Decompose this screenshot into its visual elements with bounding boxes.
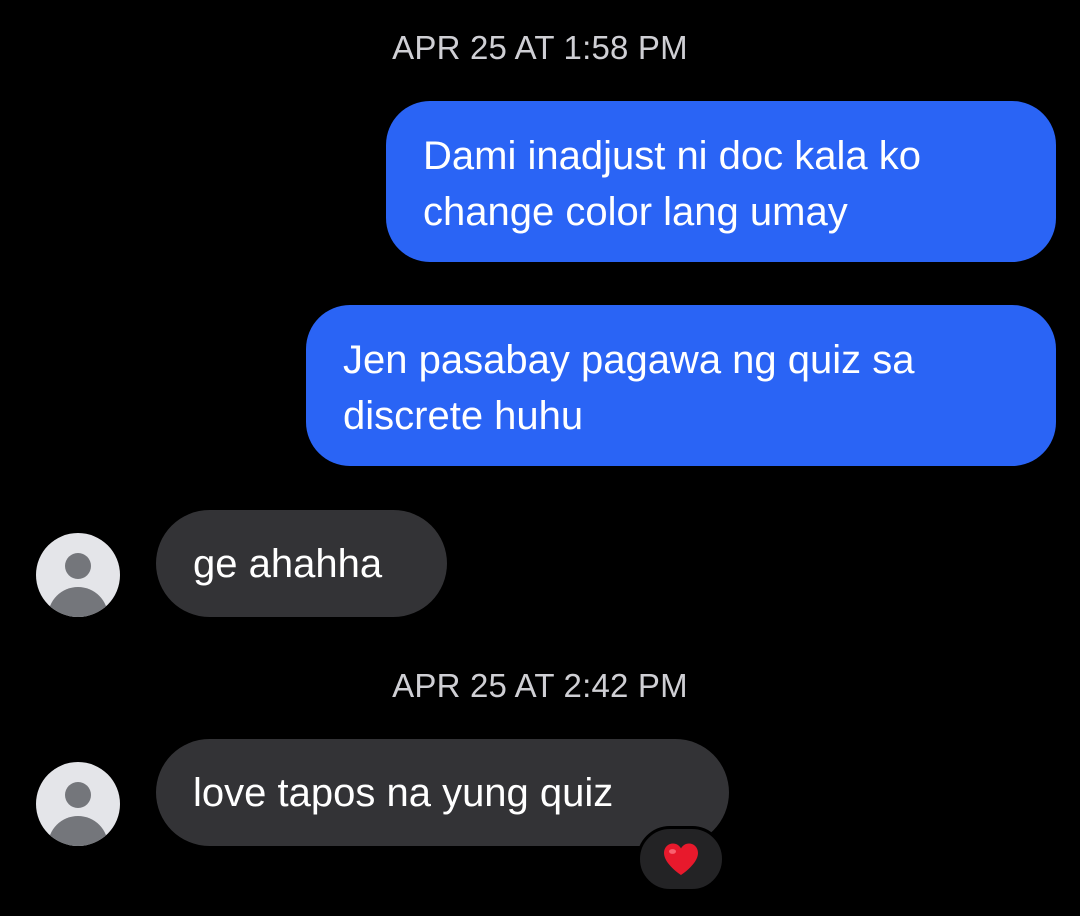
message-text: love tapos na yung quiz	[193, 770, 614, 815]
incoming-message-bubble[interactable]: love tapos na yung quiz	[156, 739, 729, 846]
message-text-line: discrete huhu	[343, 394, 584, 438]
reaction-badge[interactable]	[637, 826, 725, 892]
contact-avatar[interactable]	[36, 533, 120, 617]
outgoing-message-bubble[interactable]: Dami inadjust ni doc kala ko change colo…	[386, 101, 1056, 262]
timestamp-divider: APR 25 AT 2:42 PM	[392, 667, 688, 704]
contact-avatar[interactable]	[36, 762, 120, 846]
message-text-line: Jen pasabay pagawa ng quiz sa	[343, 338, 915, 382]
timestamp-divider: APR 25 AT 1:58 PM	[392, 29, 688, 66]
message-text-line: Dami inadjust ni doc kala ko	[423, 134, 922, 178]
outgoing-message-bubble[interactable]: Jen pasabay pagawa ng quiz sa discrete h…	[306, 305, 1056, 466]
message-text: ge ahahha	[193, 541, 383, 586]
heart-icon	[664, 843, 698, 875]
incoming-message-bubble[interactable]: ge ahahha	[156, 510, 447, 617]
message-text-line: change color lang umay	[423, 190, 848, 234]
